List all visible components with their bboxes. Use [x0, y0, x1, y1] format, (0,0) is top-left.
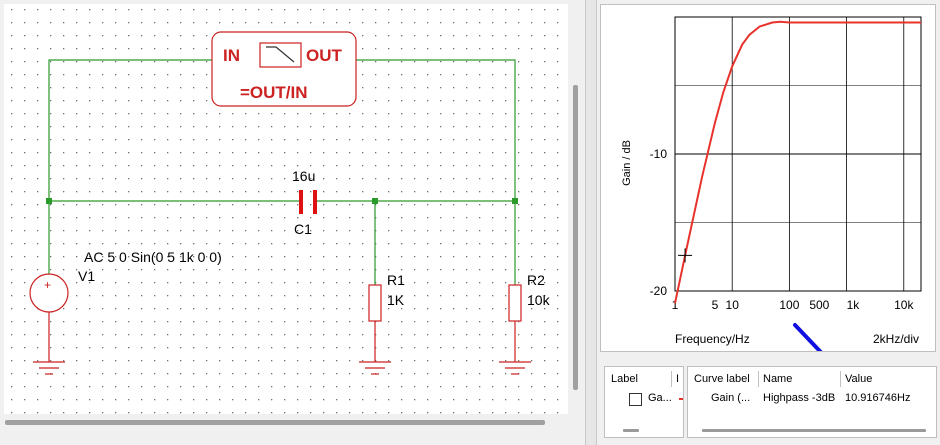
x-tick-label: 5 — [712, 298, 719, 312]
column-header-value[interactable]: Value — [845, 373, 872, 385]
curve-visibility-checkbox[interactable] — [629, 393, 642, 406]
source-plus-sign: + — [44, 278, 51, 292]
x-tick-label: 1k — [847, 298, 861, 312]
y-tick-label: -20 — [650, 284, 668, 298]
arrow-shaft — [793, 323, 837, 369]
x-tick-label: 10 — [726, 298, 740, 312]
resistor2-value: 10k — [527, 292, 551, 308]
y-axis-label: Gain / dB — [621, 140, 633, 186]
cursor-marker — [678, 248, 693, 263]
block-formula: =OUT/IN — [240, 83, 308, 102]
plot-grid — [674, 16, 922, 292]
gain-plot: -10-201 5 10 100 500 1k 10k Gain / dB Frequenc… — [621, 16, 922, 379]
label-row-text: Ga... — [648, 392, 672, 404]
x-tick-label: 10k — [894, 298, 914, 312]
column-separator[interactable] — [840, 371, 841, 387]
cell-curve-label: Gain (... — [711, 392, 751, 404]
x-axis-label: Frequency/Hz — [675, 332, 750, 346]
x-div-label: 2kHz/div — [873, 332, 919, 346]
block-in-label: IN — [223, 46, 240, 65]
label-column2-header: I — [676, 373, 680, 385]
plot-panel[interactable]: -10 -20 1 5 10 100 500 1k 10k Gain / dB Frequenc… — [600, 4, 936, 379]
resistor1-name: R1 — [387, 272, 405, 288]
column-separator[interactable] — [758, 371, 759, 387]
resistor1-value: 1K — [387, 292, 405, 308]
source-spec: AC 5 0 Sin(0 5 1k 0 0) — [84, 249, 222, 265]
cell-value: 10.916746Hz — [845, 392, 911, 404]
source-name: V1 — [78, 268, 95, 284]
schematic-drawing: IN OUT =OUT/IN 16u C1 + AC 5 0 Sin(0 5 1… — [4, 4, 568, 414]
label-column-header: Label — [611, 373, 638, 385]
y-tick-label: -10 — [650, 147, 668, 161]
label-column-separator[interactable] — [671, 371, 672, 387]
schematic-vertical-scroll-thumb[interactable] — [573, 85, 578, 390]
resistor2-name: R2 — [527, 272, 545, 288]
transfer-function-block[interactable]: IN OUT =OUT/IN — [211, 31, 357, 107]
curve-color-swatch — [679, 398, 683, 400]
plot-tick-labels: -10-201 5 10 100 500 1k 10k — [650, 147, 915, 312]
label-panel: Label I Ga... — [604, 366, 684, 438]
gain-curve — [674, 20, 921, 304]
block-out-label: OUT — [306, 46, 343, 65]
column-header-curve-label[interactable]: Curve label — [694, 373, 750, 385]
capacitor-name: C1 — [294, 221, 312, 237]
x-tick-label: 100 — [779, 298, 799, 312]
schematic-horizontal-scroll-thumb[interactable] — [5, 420, 545, 425]
measurement-table: Curve label Name Value Gain (... Highpas… — [687, 366, 937, 438]
table-scrollbar[interactable] — [702, 429, 926, 432]
label-panel-scrollbar[interactable] — [623, 429, 639, 432]
column-header-name[interactable]: Name — [763, 373, 792, 385]
schematic-canvas[interactable]: IN OUT =OUT/IN 16u C1 + AC 5 0 Sin(0 5 1… — [4, 4, 569, 414]
x-tick-label: 500 — [809, 298, 829, 312]
cell-name: Highpass -3dB — [763, 392, 836, 404]
capacitor-value: 16u — [292, 168, 315, 184]
pane-splitter[interactable] — [585, 0, 597, 445]
annotation-arrow — [793, 323, 845, 379]
